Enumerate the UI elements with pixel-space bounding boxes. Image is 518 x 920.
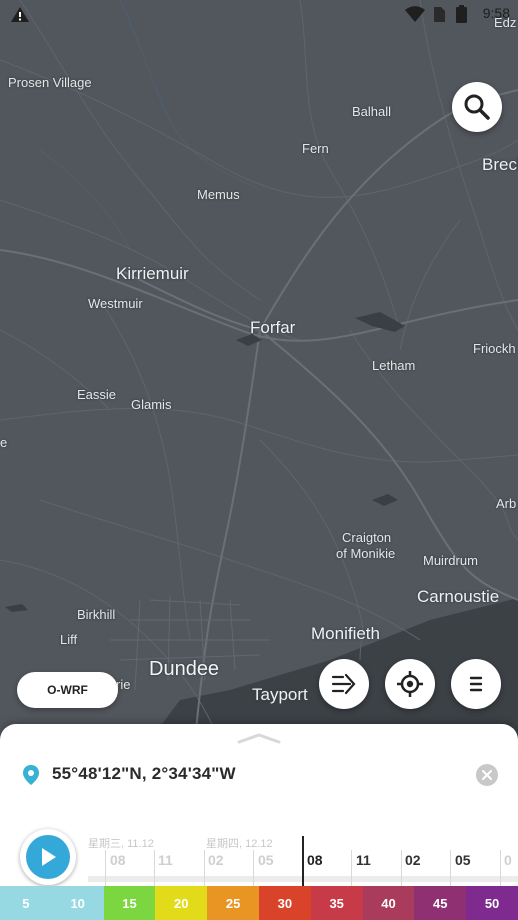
status-time: 9:58 bbox=[482, 5, 510, 21]
close-icon bbox=[482, 770, 492, 780]
place-label: Kirriemuir bbox=[116, 264, 189, 283]
timeline-hour[interactable]: 08 bbox=[110, 852, 126, 868]
legend-cell: 25 bbox=[207, 886, 259, 920]
legend-cell: 15 bbox=[103, 886, 156, 920]
sim-icon bbox=[434, 7, 445, 22]
legend-cell: 40 bbox=[362, 886, 415, 920]
timeline-hour[interactable]: 11 bbox=[158, 852, 173, 868]
place-label: Monifieth bbox=[311, 624, 380, 643]
timeline-tick bbox=[500, 850, 501, 890]
place-label: Birkhill bbox=[77, 607, 116, 622]
color-legend: 5 10 15 20 25 30 35 40 45 50 bbox=[0, 886, 518, 920]
menu-button[interactable] bbox=[451, 659, 501, 709]
status-bar: 9:58 bbox=[0, 0, 518, 28]
wind-layer-button[interactable] bbox=[319, 659, 369, 709]
legend-cell: 50 bbox=[466, 886, 518, 920]
place-label: Eassie bbox=[77, 387, 117, 402]
legend-cell: 10 bbox=[51, 886, 104, 920]
model-selector-button[interactable]: O-WRF bbox=[17, 672, 118, 708]
app-screen: EdzProsen VillageBalhallBrechFernMemusKi… bbox=[0, 0, 518, 920]
clear-location-button[interactable] bbox=[476, 764, 498, 786]
timeline-cursor[interactable] bbox=[302, 836, 304, 888]
play-icon bbox=[42, 848, 56, 866]
timeline-hour[interactable]: 11 bbox=[356, 852, 371, 868]
timeline-tick bbox=[450, 850, 451, 890]
timeline-hour[interactable]: 05 bbox=[455, 852, 471, 868]
play-button[interactable] bbox=[20, 829, 76, 885]
location-pin-icon bbox=[23, 765, 39, 785]
search-button[interactable] bbox=[452, 82, 502, 132]
place-label: Carnoustie bbox=[417, 587, 500, 606]
place-label: Westmuir bbox=[88, 296, 143, 311]
legend-cell: 30 bbox=[258, 886, 311, 920]
timeline-hour[interactable]: 08 bbox=[307, 852, 323, 868]
coordinates-text: 55°48'12"N, 2°34'34"W bbox=[52, 764, 236, 783]
place-label: Tayport bbox=[252, 685, 308, 704]
place-label: Muirdrum bbox=[423, 553, 478, 568]
battery-icon bbox=[456, 5, 467, 23]
legend-cell: 45 bbox=[414, 886, 467, 920]
alert-triangle-icon bbox=[11, 7, 29, 22]
play-button-inner bbox=[26, 835, 70, 879]
place-label: of Monikie bbox=[336, 546, 396, 561]
place-label: Forfar bbox=[250, 318, 296, 337]
place-label: Balhall bbox=[352, 104, 392, 119]
timeline-tick bbox=[351, 850, 352, 890]
place-label: Arb bbox=[496, 496, 517, 511]
search-icon bbox=[464, 94, 490, 120]
timeline-tick bbox=[154, 850, 155, 890]
timeline-hour[interactable]: 02 bbox=[208, 852, 224, 868]
place-label: Liff bbox=[60, 632, 78, 647]
legend-cell: 5 bbox=[0, 886, 52, 920]
timeline-tick bbox=[105, 850, 106, 890]
place-label: Fern bbox=[302, 141, 329, 156]
timeline-tick bbox=[401, 850, 402, 890]
timeline-day-label: 星期四, 12.12 bbox=[206, 838, 273, 850]
place-label: rie bbox=[116, 677, 131, 692]
timeline-hour[interactable]: 02 bbox=[405, 852, 421, 868]
crosshair-icon bbox=[397, 671, 423, 697]
locate-me-button[interactable] bbox=[385, 659, 435, 709]
place-label: Glamis bbox=[131, 397, 172, 412]
place-label: Dundee bbox=[149, 658, 220, 680]
wind-icon bbox=[331, 673, 356, 695]
model-label: O-WRF bbox=[47, 683, 88, 697]
place-label: e bbox=[0, 435, 8, 450]
sheet-handle-chevron-icon[interactable] bbox=[237, 732, 281, 744]
legend-cell: 35 bbox=[310, 886, 363, 920]
timeline-hour[interactable]: 0 bbox=[504, 852, 512, 868]
place-label: Craigton bbox=[342, 530, 392, 545]
timeline-hour[interactable]: 05 bbox=[258, 852, 274, 868]
place-label: Brech bbox=[482, 155, 518, 174]
menu-icon bbox=[469, 676, 483, 692]
place-label: Friockh bbox=[473, 341, 516, 356]
wifi-icon bbox=[405, 6, 425, 22]
place-label: Letham bbox=[372, 358, 416, 373]
place-label: Memus bbox=[197, 187, 240, 202]
map-view[interactable]: EdzProsen VillageBalhallBrechFernMemusKi… bbox=[0, 0, 518, 741]
timeline-tick bbox=[204, 850, 205, 890]
map-background bbox=[0, 0, 518, 741]
timeline-tick bbox=[253, 850, 254, 890]
timeline-day-label: 星期三, 11.12 bbox=[88, 838, 154, 850]
legend-cell: 20 bbox=[155, 886, 208, 920]
place-label: Prosen Village bbox=[8, 75, 92, 90]
